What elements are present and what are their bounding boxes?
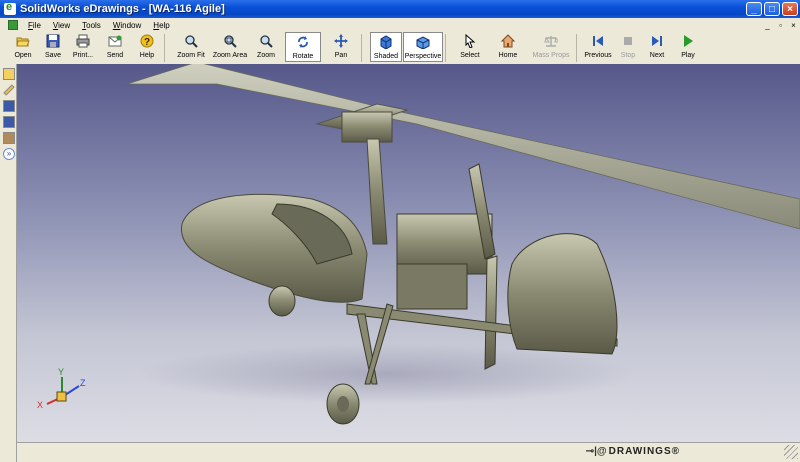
print-button[interactable]: Print...	[68, 32, 98, 62]
next-icon	[652, 36, 662, 46]
play-icon	[684, 35, 693, 47]
envelope-icon	[108, 35, 122, 47]
pan-arrows-icon	[334, 34, 348, 48]
stamp-icon[interactable]	[3, 132, 15, 144]
doc-close-button[interactable]: ×	[789, 21, 798, 30]
axis-y-label: Y	[58, 367, 64, 377]
rotate-icon	[298, 36, 308, 48]
zoom-button[interactable]: Zoom	[251, 32, 281, 62]
status-bar: ⊸|@ DRAWINGS®	[17, 442, 800, 462]
axis-z-label: Z	[80, 378, 86, 388]
magnifier-icon	[260, 35, 273, 48]
previous-icon	[593, 36, 603, 46]
previous-button[interactable]: Previous	[581, 32, 615, 62]
rotate-button[interactable]: Rotate	[285, 32, 321, 62]
printer-icon	[76, 34, 90, 48]
close-button[interactable]: ×	[782, 2, 798, 16]
zoom-area-button[interactable]: Zoom Area	[209, 32, 251, 62]
shaded-cube-icon	[380, 35, 392, 49]
expand-chevron-icon[interactable]: »	[3, 148, 15, 160]
scale-icon	[544, 36, 558, 47]
window-title: SolidWorks eDrawings - [WA-116 Agile]	[20, 3, 225, 15]
home-button[interactable]: Home	[490, 32, 526, 62]
pan-button[interactable]: Pan	[323, 32, 359, 62]
help-button[interactable]: ? Help	[132, 32, 162, 62]
mass-props-button[interactable]: Mass Props	[528, 32, 574, 62]
floppy-disk-icon	[46, 34, 60, 48]
autogyro-model: Y Z X	[37, 64, 800, 425]
rotor-head	[341, 111, 393, 143]
shaded-button[interactable]: Shaded	[370, 32, 402, 62]
magnifier-fit-icon	[185, 35, 198, 48]
stop-button[interactable]: Stop	[615, 32, 641, 62]
tail-fin	[507, 233, 618, 355]
open-button[interactable]: Open	[8, 32, 38, 62]
nose-wheel	[268, 285, 296, 317]
document-icon[interactable]	[8, 20, 18, 30]
send-button[interactable]: Send	[98, 32, 132, 62]
axis-x-label: X	[37, 400, 43, 410]
toolbar-separator	[361, 34, 362, 62]
toolbar-separator	[164, 34, 165, 62]
save-button[interactable]: Save	[38, 32, 68, 62]
stop-icon	[624, 37, 632, 45]
menu-window[interactable]: Window	[107, 21, 147, 30]
measure-icon[interactable]	[3, 100, 15, 112]
model-viewport[interactable]: Y Z X	[17, 64, 800, 442]
svg-text:?: ?	[144, 37, 150, 48]
edrawings-brand: ⊸|@ DRAWINGS®	[585, 446, 680, 457]
markup-pencil-icon[interactable]	[3, 84, 15, 96]
folder-open-icon	[16, 37, 30, 47]
menu-tools[interactable]: Tools	[76, 21, 107, 30]
title-bar: SolidWorks eDrawings - [WA-116 Agile] _ …	[0, 0, 800, 18]
ground-shadow	[137, 344, 637, 404]
maximize-button[interactable]: □	[764, 2, 780, 16]
main-toolbar: Open Save Print... Send ? Help Zoom Fit …	[0, 32, 800, 65]
doc-minimize-button[interactable]: _	[763, 21, 772, 30]
rotor-mast	[366, 138, 388, 245]
toolbar-separator	[445, 34, 446, 62]
engine-lower	[396, 263, 468, 310]
propeller-lower	[484, 255, 498, 370]
doc-restore-button[interactable]: ▫	[776, 21, 785, 30]
wheel-hub	[337, 396, 349, 412]
menu-view[interactable]: View	[47, 21, 76, 30]
edrawings-app-icon	[4, 1, 16, 15]
cursor-icon	[465, 34, 476, 48]
components-icon[interactable]	[3, 68, 15, 80]
toolbar-separator	[576, 34, 577, 62]
next-button[interactable]: Next	[641, 32, 673, 62]
menu-help[interactable]: Help	[147, 21, 175, 30]
play-button[interactable]: Play	[673, 32, 703, 62]
perspective-button[interactable]: Perspective	[403, 32, 443, 62]
sections-icon[interactable]	[3, 116, 15, 128]
perspective-cube-icon	[416, 36, 430, 49]
home-icon	[501, 34, 515, 48]
select-button[interactable]: Select	[452, 32, 488, 62]
resize-grip[interactable]	[784, 445, 798, 459]
magnifier-area-icon	[224, 35, 237, 48]
menu-bar: File View Tools Window Help _ ▫ ×	[0, 18, 800, 32]
left-toolbar: »	[0, 64, 17, 462]
menu-file[interactable]: File	[22, 21, 47, 30]
minimize-button[interactable]: _	[746, 2, 762, 16]
axis-triad: Y Z X	[37, 367, 86, 410]
zoom-fit-button[interactable]: Zoom Fit	[173, 32, 209, 62]
question-icon: ?	[140, 34, 154, 48]
